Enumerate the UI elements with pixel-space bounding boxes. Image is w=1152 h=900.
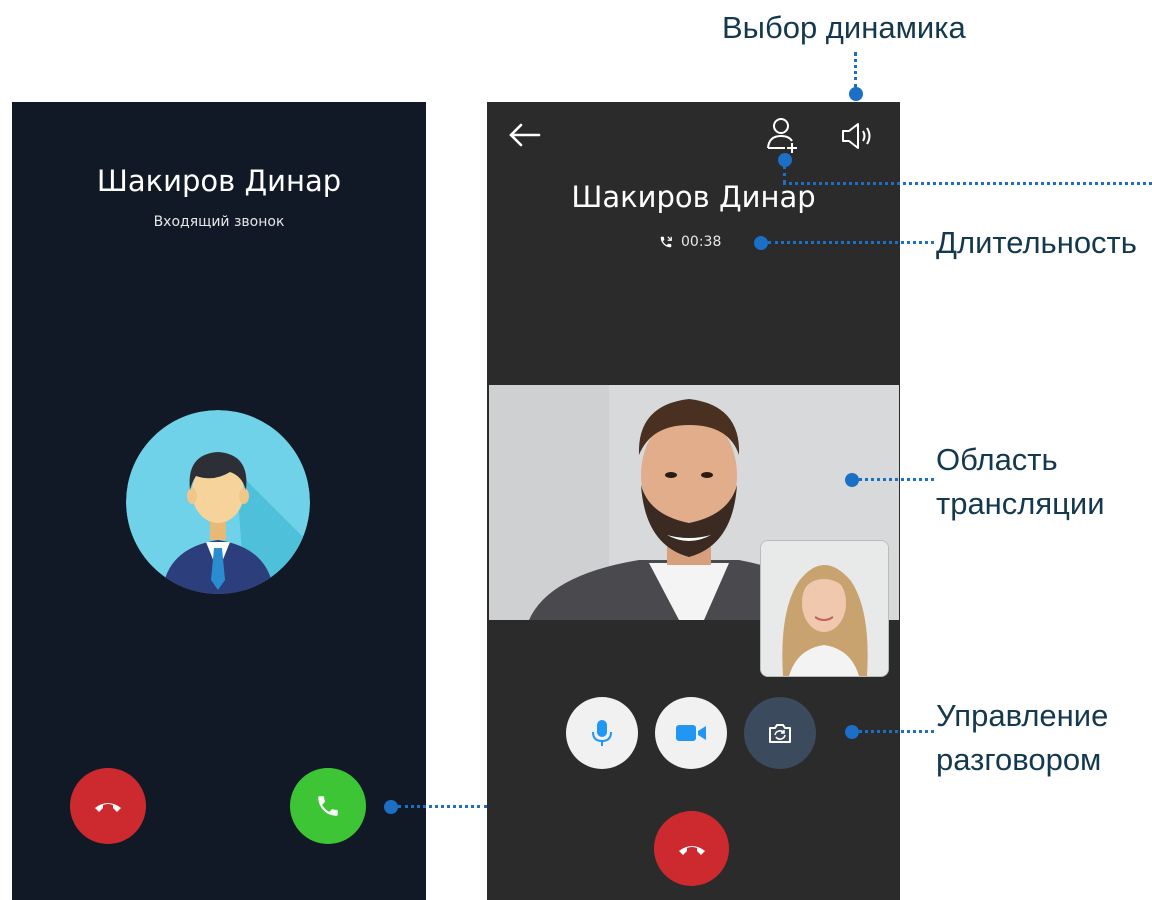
- add-user-icon[interactable]: [765, 116, 801, 154]
- annotation-marker: [754, 236, 768, 250]
- annotation-call-control-line1: Управление: [936, 698, 1109, 733]
- speaker-icon[interactable]: [839, 120, 875, 152]
- video-camera-icon: [676, 725, 706, 741]
- phone-hangup-icon: [678, 845, 705, 855]
- contact-name: Шакиров Динар: [571, 180, 816, 214]
- flip-camera-button[interactable]: [744, 697, 816, 769]
- annotation-marker: [849, 87, 863, 101]
- back-arrow-icon[interactable]: [505, 120, 543, 150]
- incoming-call-screen: Шакиров Динар Входящий звонок: [12, 102, 426, 900]
- annotation-speaker-select: Выбор динамика: [722, 10, 966, 45]
- phone-hangup-icon: [95, 803, 121, 812]
- annotation-marker: [384, 800, 398, 814]
- annotation-connector: [854, 52, 857, 88]
- self-video-preview: [760, 540, 889, 677]
- annotation-marker: [778, 153, 792, 167]
- caller-avatar: [126, 410, 310, 594]
- microphone-button[interactable]: [566, 697, 638, 769]
- annotation-connector: [768, 241, 934, 244]
- annotation-connector: [783, 166, 786, 183]
- annotation-connector: [783, 182, 1152, 185]
- microphone-icon: [592, 720, 612, 746]
- annotation-connector: [398, 805, 487, 808]
- flip-camera-icon: [769, 724, 791, 743]
- decline-call-button[interactable]: [70, 768, 146, 844]
- active-call-screen: Шакиров Динар 00:38: [487, 102, 900, 900]
- annotation-broadcast-area-line2: трансляции: [936, 486, 1105, 521]
- call-duration: 00:38: [659, 234, 721, 250]
- annotation-connector: [859, 730, 934, 733]
- caller-name: Шакиров Динар: [96, 164, 342, 198]
- accept-call-button[interactable]: [290, 768, 366, 844]
- annotation-duration: Длительность: [936, 225, 1137, 260]
- annotation-marker: [845, 725, 859, 739]
- camera-toggle-button[interactable]: [655, 697, 727, 769]
- annotation-call-control-line2: разговором: [936, 742, 1102, 777]
- annotation-connector: [859, 478, 934, 481]
- duration-value: 00:38: [681, 234, 722, 250]
- annotation-broadcast-area-line1: Область: [936, 442, 1058, 477]
- call-status: Входящий звонок: [153, 214, 285, 230]
- annotation-marker: [845, 473, 859, 487]
- end-call-button[interactable]: [654, 811, 729, 886]
- phone-call-icon: [660, 236, 672, 248]
- phone-icon: [318, 796, 338, 816]
